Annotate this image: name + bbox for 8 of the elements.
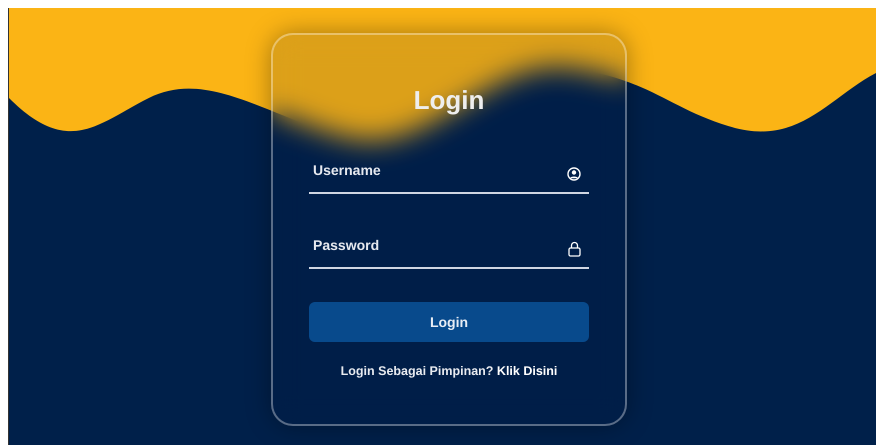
- leader-prompt: Login Sebagai Pimpinan?: [340, 364, 494, 378]
- lock-icon: [568, 240, 581, 257]
- password-field[interactable]: Password: [309, 227, 589, 270]
- login-button[interactable]: Login: [309, 302, 589, 342]
- login-title: Login: [412, 85, 486, 116]
- click-here-link[interactable]: Klik Disini: [496, 364, 558, 378]
- user-icon: [567, 166, 581, 181]
- username-field[interactable]: Username: [309, 152, 589, 194]
